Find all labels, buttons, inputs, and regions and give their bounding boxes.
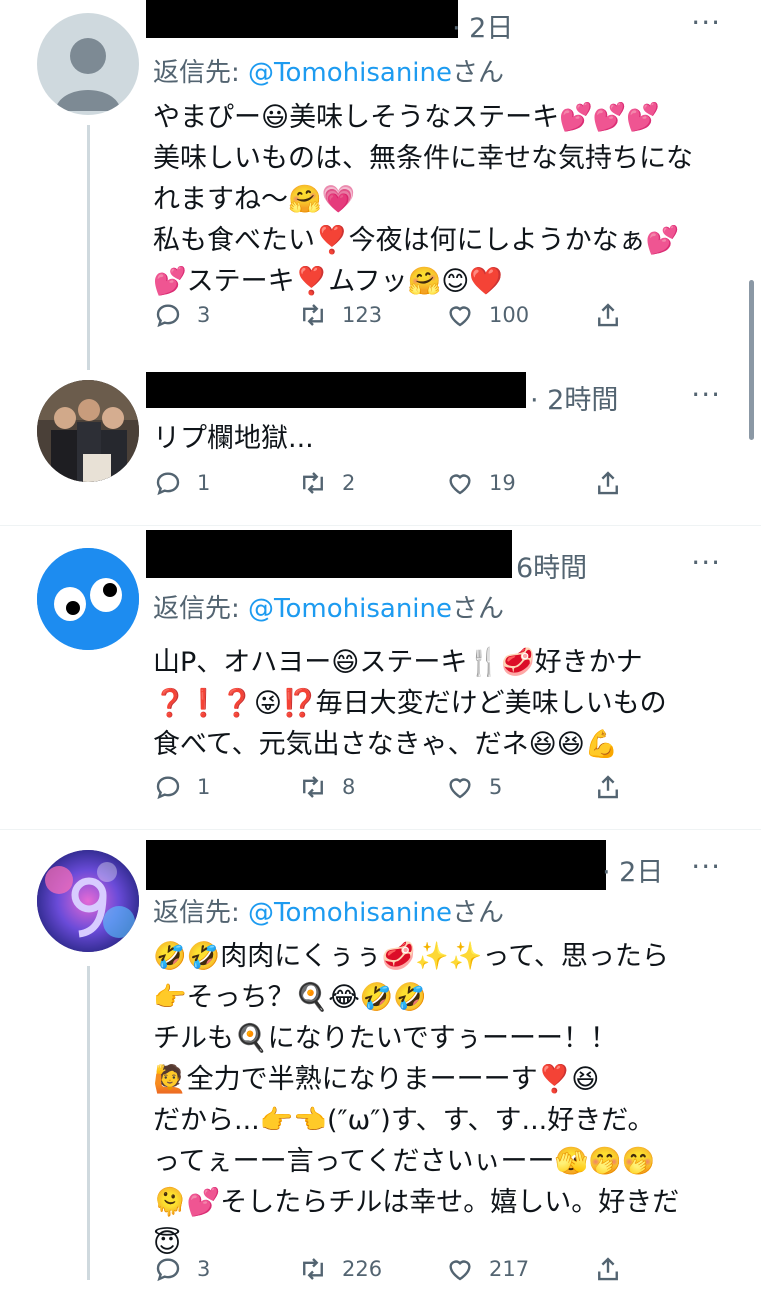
thread-line [87, 966, 90, 1280]
default-profile-icon [55, 38, 121, 111]
share-icon [598, 775, 618, 799]
like-button[interactable]: 5 [445, 772, 502, 802]
share-icon [598, 303, 618, 327]
avatar[interactable] [37, 380, 139, 482]
retweet-icon [303, 776, 323, 798]
avatar[interactable] [37, 548, 139, 650]
reply-button[interactable]: 1 [153, 772, 210, 802]
more-options-icon[interactable]: ··· [691, 6, 721, 39]
action-bar: 1 8 5 [153, 772, 633, 808]
reply-count: 3 [197, 1257, 211, 1281]
retweet-count: 2 [342, 471, 356, 495]
like-button[interactable]: 100 [445, 300, 529, 330]
reply-to: 返信先: @Tomohisanineさん [153, 594, 505, 624]
tweet-time[interactable]: · 2時間 [530, 378, 618, 417]
tweet-text: 🤣🤣肉肉にくぅぅ🥩✨✨って、思ったら 👉そっち？🍳😂🤣🤣 チルも🍳になりたいです… [153, 941, 680, 1259]
tweet-text: 山P、オハヨー😄ステーキ🍴🥩好きかナ ❓❗❓😜⁉️毎日大変だけど美味しいもの 食… [153, 647, 667, 760]
heart-icon [449, 778, 471, 799]
reply-to: 返信先: @Tomohisanineさん [153, 58, 505, 88]
heart-icon [449, 306, 471, 327]
cookie-monster-eyes-image [37, 548, 139, 650]
tweet-3[interactable]: 6時間 ··· 返信先: @Tomohisanineさん 山P、オハヨー😄ステー… [0, 526, 761, 829]
redacted-author-name [146, 0, 458, 38]
reply-button[interactable]: 3 [153, 300, 210, 330]
share-button[interactable] [593, 468, 637, 498]
retweet-icon [303, 472, 323, 494]
like-count: 19 [489, 471, 516, 495]
reply-handle-link[interactable]: @Tomohisanine [248, 594, 452, 624]
reply-icon [156, 472, 180, 496]
share-icon [598, 471, 618, 495]
reply-icon [156, 304, 180, 328]
tweet-2[interactable]: · 2時間 ··· リプ欄地獄... 1 2 19 [0, 370, 761, 525]
more-options-icon[interactable]: ··· [691, 378, 721, 411]
reply-icon [156, 776, 180, 800]
tweet-text: リプ欄地獄... [153, 423, 314, 454]
number-nine-art-image [37, 850, 139, 952]
share-button[interactable] [593, 300, 637, 330]
retweet-count: 123 [342, 303, 383, 327]
like-count: 5 [489, 775, 503, 799]
redacted-author-name [146, 372, 526, 408]
reply-to: 返信先: @Tomohisanineさん [153, 898, 505, 928]
like-button[interactable]: 19 [445, 468, 516, 498]
reply-handle-link[interactable]: @Tomohisanine [248, 58, 452, 88]
tweet-time[interactable]: · 2日 [602, 850, 663, 889]
like-count: 100 [489, 303, 530, 327]
tweet-1[interactable]: · 2日 ··· 返信先: @Tomohisanineさん やまぴー😃美味しそう… [0, 0, 761, 370]
tweet-time[interactable]: 6時間 [516, 546, 587, 585]
tweet-text: やまぴー😃美味しそうなステーキ💕💕💕 美味しいものは、無条件に幸せな気持ちにな … [153, 102, 693, 297]
reply-count: 3 [197, 303, 211, 327]
more-options-icon[interactable]: ··· [691, 546, 721, 579]
retweet-button[interactable]: 123 [298, 300, 382, 330]
retweet-icon [303, 304, 323, 326]
retweet-button[interactable]: 2 [298, 468, 355, 498]
avatar[interactable] [37, 13, 139, 115]
reply-count: 1 [197, 775, 211, 799]
action-bar: 1 2 19 [153, 468, 633, 504]
retweet-count: 226 [342, 1257, 383, 1281]
reply-handle-link[interactable]: @Tomohisanine [248, 898, 452, 928]
redacted-author-name [146, 530, 512, 578]
thread-line [87, 125, 90, 370]
group-photo-image [37, 380, 139, 482]
share-button[interactable] [593, 772, 637, 802]
like-count: 217 [489, 1257, 530, 1281]
reply-button[interactable]: 1 [153, 468, 210, 498]
retweet-button[interactable]: 8 [298, 772, 355, 802]
avatar[interactable] [37, 850, 139, 952]
retweet-count: 8 [342, 775, 356, 799]
reply-count: 1 [197, 471, 211, 495]
redacted-author-name [146, 840, 606, 890]
tweet-time[interactable]: · 2日 [452, 6, 513, 45]
tweet-4[interactable]: · 2日 ··· 返信先: @Tomohisanineさん 🤣🤣肉肉にくぅぅ🥩✨… [0, 830, 761, 1282]
action-bar: 3 226 217 [153, 1254, 633, 1290]
action-bar: 3 123 100 [153, 300, 633, 336]
more-options-icon[interactable]: ··· [691, 850, 721, 883]
heart-icon [449, 474, 471, 495]
